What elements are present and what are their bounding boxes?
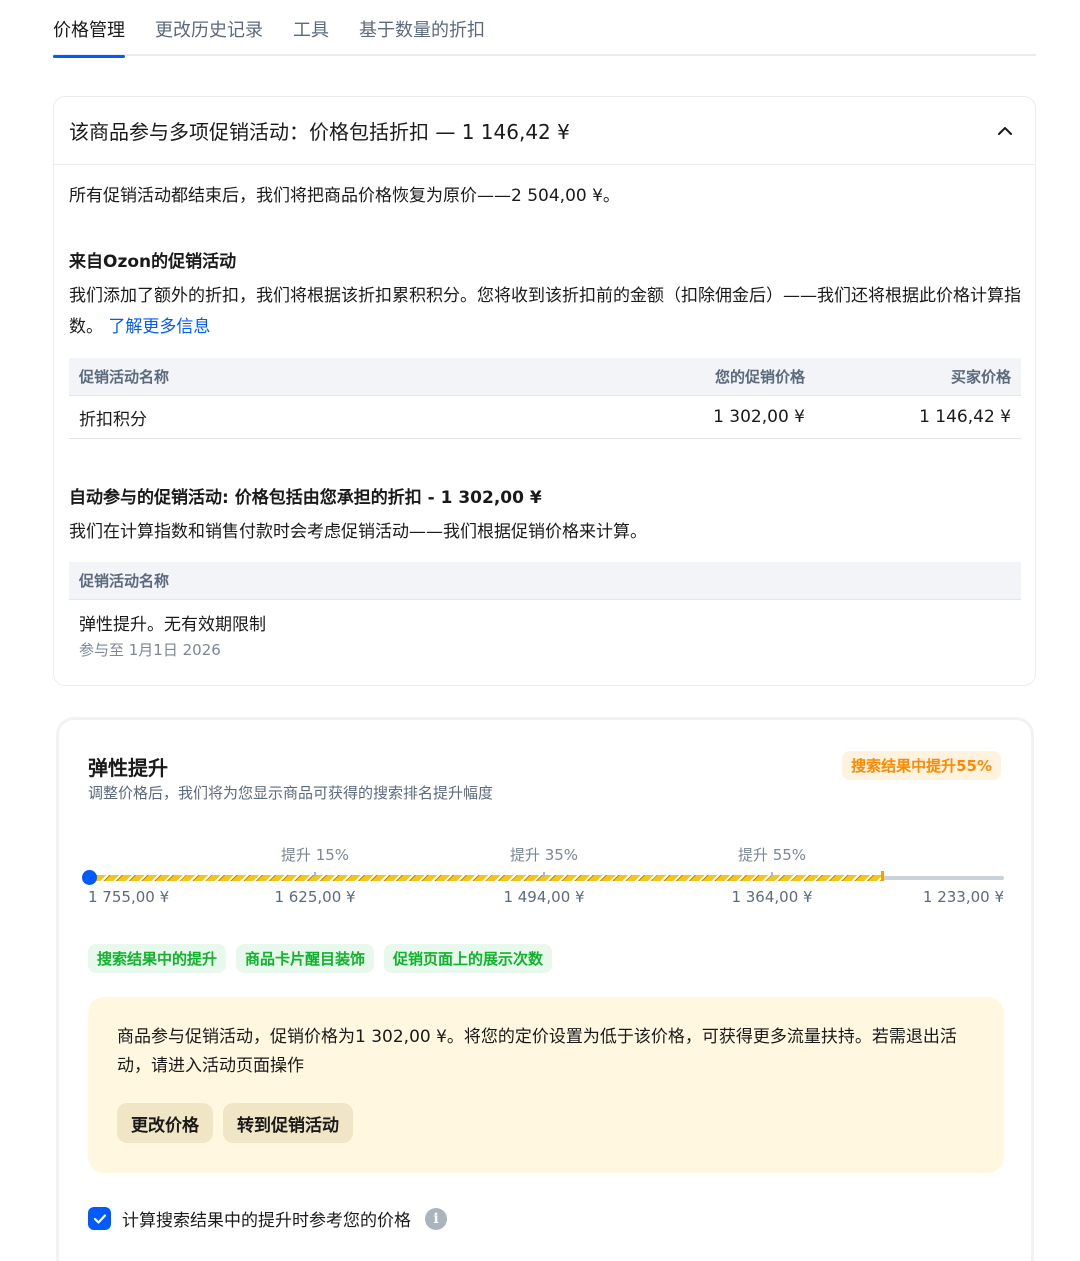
buyer-price-cell: 1 146,42 ¥	[919, 407, 1011, 427]
chip-search-boost: 搜索结果中的提升	[88, 944, 227, 973]
promo-name-cell: 弹性提升。无有效期限制	[79, 615, 266, 635]
chip-card-highlight: 商品卡片醒目装饰	[236, 944, 375, 973]
elastic-boost-card: 弹性提升 调整价格后，我们将为您显示商品可获得的搜索排名提升幅度 搜索结果中提升…	[56, 717, 1034, 1261]
tick-label-55: 提升 55%	[737, 846, 807, 864]
promo-name-cell: 折扣积分	[79, 409, 147, 430]
price-label: 1 364,00 ¥	[731, 888, 813, 906]
tick-label-15: 提升 15%	[280, 846, 350, 864]
restore-price-text: 所有促销活动都结束后，我们将把商品价格恢复为原价——2 504,00 ¥。	[69, 186, 620, 206]
ozon-promo-table: 促销活动名称 您的促销价格 买家价格 折扣积分 1 302,00 ¥ 1 146…	[69, 358, 1021, 439]
promotions-card-header[interactable]: 该商品参与多项促销活动：价格包括折扣 — 1 146,42 ¥	[54, 97, 1035, 165]
slider-handle[interactable]	[82, 870, 97, 885]
tab-quantity-discounts[interactable]: 基于数量的折扣	[359, 0, 485, 56]
boost-price-slider[interactable]: 提升 15% 提升 35% 提升 55% 1 755,00 ¥ 1 625,00…	[82, 838, 1004, 918]
chevron-up-icon[interactable]	[975, 97, 1035, 165]
table-header: 促销活动名称	[69, 562, 1021, 600]
notice-text: 商品参与促销活动，促销价格为1 302,00 ¥。将您的定价设置为低于该价格，可…	[117, 1027, 957, 1076]
promo-notice: 商品参与促销活动，促销价格为1 302,00 ¥。将您的定价设置为低于该价格，可…	[88, 997, 1004, 1173]
tick-label-35: 提升 35%	[509, 846, 579, 864]
go-to-promo-button[interactable]: 转到促销活动	[223, 1103, 353, 1143]
slider-tick	[543, 872, 545, 877]
price-label: 1 494,00 ¥	[503, 888, 585, 906]
slider-current-marker	[881, 871, 884, 881]
header-promo-price: 您的促销价格	[714, 368, 805, 386]
header-buyer-price: 买家价格	[950, 368, 1011, 386]
price-label: 1 233,00 ¥	[922, 888, 1004, 906]
price-label: 1 625,00 ¥	[274, 888, 356, 906]
table-header: 促销活动名称 您的促销价格 买家价格	[69, 358, 1021, 396]
ozon-promo-text: 我们添加了额外的折扣，我们将根据该折扣累积积分。您将收到该折扣前的金额（扣除佣金…	[69, 281, 1029, 343]
consider-price-label[interactable]: 计算搜索结果中的提升时参考您的价格	[122, 1206, 411, 1231]
header-promo-name: 促销活动名称	[79, 572, 170, 590]
info-icon[interactable]: i	[425, 1207, 447, 1230]
table-row: 弹性提升。无有效期限制 参与至 1月1日 2026	[69, 600, 1021, 680]
learn-more-link[interactable]: 了解更多信息	[108, 317, 210, 337]
promotions-card: 该商品参与多项促销活动：价格包括折扣 — 1 146,42 ¥ 所有促销活动都结…	[53, 96, 1036, 686]
change-price-button[interactable]: 更改价格	[117, 1103, 213, 1143]
ozon-promo-description: 我们添加了额外的折扣，我们将根据该折扣累积积分。您将收到该折扣前的金额（扣除佣金…	[69, 286, 1021, 337]
tab-price-management[interactable]: 价格管理	[53, 0, 125, 58]
promo-until-date: 参与至 1月1日 2026	[79, 641, 221, 659]
ozon-promo-heading: 来自Ozon的促销活动	[69, 252, 237, 272]
table-row: 折扣积分 1 302,00 ¥ 1 146,42 ¥	[69, 396, 1021, 439]
promo-price-cell: 1 302,00 ¥	[713, 407, 805, 427]
slider-track-fill	[88, 875, 883, 881]
tab-change-history[interactable]: 更改历史记录	[155, 0, 263, 56]
auto-promo-text: 我们在计算指数和销售付款时会考虑促销活动——我们根据促销价格来计算。	[69, 522, 647, 542]
tab-tools[interactable]: 工具	[293, 0, 329, 56]
consider-price-checkbox[interactable]	[88, 1207, 111, 1230]
auto-promo-table: 促销活动名称 弹性提升。无有效期限制 参与至 1月1日 2026	[69, 562, 1021, 680]
chip-promo-impressions: 促销页面上的展示次数	[384, 944, 553, 973]
slider-tick	[314, 872, 316, 877]
boost-subtitle: 调整价格后，我们将为您显示商品可获得的搜索排名提升幅度	[88, 784, 494, 802]
header-promo-name: 促销活动名称	[79, 368, 170, 386]
benefit-chips: 搜索结果中的提升 商品卡片醒目装饰 促销页面上的展示次数	[88, 944, 553, 973]
auto-promo-heading: 自动参与的促销活动: 价格包括由您承担的折扣 - 1 302,00 ¥	[69, 488, 542, 508]
slider-tick	[771, 872, 773, 877]
boost-title: 弹性提升	[88, 756, 168, 780]
price-label: 1 755,00 ¥	[88, 888, 170, 906]
tab-bar: 价格管理 更改历史记录 工具 基于数量的折扣	[53, 0, 1036, 58]
boost-badge: 搜索结果中提升55%	[842, 751, 1001, 780]
promotions-card-title: 该商品参与多项促销活动：价格包括折扣 — 1 146,42 ¥	[69, 120, 570, 144]
consider-price-option: 计算搜索结果中的提升时参考您的价格 i	[88, 1206, 447, 1231]
